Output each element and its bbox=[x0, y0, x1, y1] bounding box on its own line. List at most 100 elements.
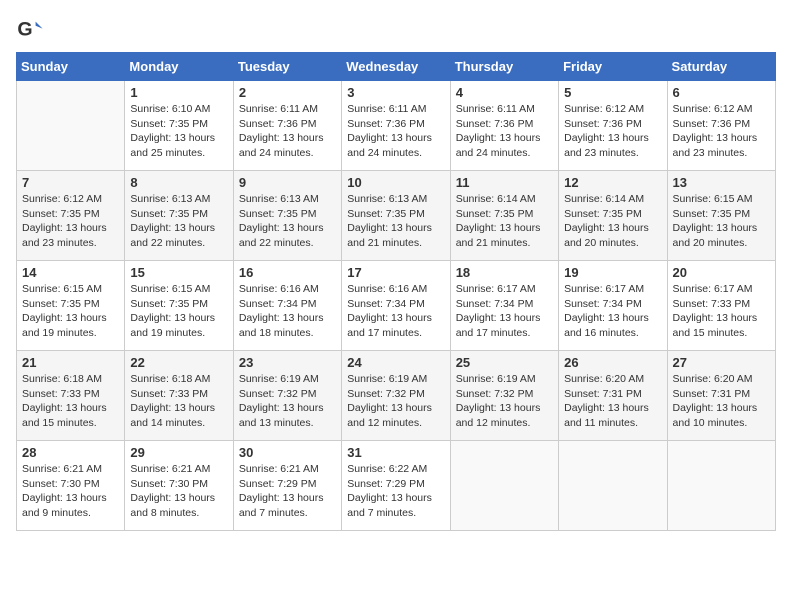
calendar-cell: 16 Sunrise: 6:16 AM Sunset: 7:34 PM Dayli… bbox=[233, 261, 341, 351]
calendar-week-row: 1Sunrise: 6:10 AM Sunset: 7:35 PM Daylig… bbox=[17, 81, 776, 171]
day-number: 24 bbox=[347, 355, 444, 370]
calendar-cell: 24 Sunrise: 6:19 AM Sunset: 7:32 PM Dayli… bbox=[342, 351, 450, 441]
day-number: 22 bbox=[130, 355, 227, 370]
day-info: Sunrise: 6:16 AM Sunset: 7:34 PM Dayligh… bbox=[347, 282, 444, 341]
day-number: 15 bbox=[130, 265, 227, 280]
day-number: 9 bbox=[239, 175, 336, 190]
day-number: 11 bbox=[456, 175, 553, 190]
calendar-cell: 31Sunrise: 6:22 AM Sunset: 7:29 PM Dayli… bbox=[342, 441, 450, 531]
calendar-cell: 17 Sunrise: 6:16 AM Sunset: 7:34 PM Dayli… bbox=[342, 261, 450, 351]
day-number: 21 bbox=[22, 355, 119, 370]
day-info: Sunrise: 6:17 AM Sunset: 7:33 PM Dayligh… bbox=[673, 282, 770, 341]
day-number: 26 bbox=[564, 355, 661, 370]
day-info: Sunrise: 6:14 AM Sunset: 7:35 PM Dayligh… bbox=[456, 192, 553, 251]
day-info: Sunrise: 6:17 AM Sunset: 7:34 PM Dayligh… bbox=[564, 282, 661, 341]
calendar-cell: 25 Sunrise: 6:19 AM Sunset: 7:32 PM Dayli… bbox=[450, 351, 558, 441]
day-number: 7 bbox=[22, 175, 119, 190]
day-info: Sunrise: 6:19 AM Sunset: 7:32 PM Dayligh… bbox=[456, 372, 553, 431]
calendar-cell: 3 Sunrise: 6:11 AM Sunset: 7:36 PM Daylig… bbox=[342, 81, 450, 171]
calendar-cell: 27Sunrise: 6:20 AM Sunset: 7:31 PM Dayli… bbox=[667, 351, 775, 441]
calendar-cell bbox=[450, 441, 558, 531]
day-info: Sunrise: 6:20 AM Sunset: 7:31 PM Dayligh… bbox=[564, 372, 661, 431]
day-number: 30 bbox=[239, 445, 336, 460]
calendar-cell: 23 Sunrise: 6:19 AM Sunset: 7:32 PM Dayli… bbox=[233, 351, 341, 441]
day-info: Sunrise: 6:16 AM Sunset: 7:34 PM Dayligh… bbox=[239, 282, 336, 341]
calendar-week-row: 14 Sunrise: 6:15 AM Sunset: 7:35 PM Dayli… bbox=[17, 261, 776, 351]
calendar-cell: 18 Sunrise: 6:17 AM Sunset: 7:34 PM Dayli… bbox=[450, 261, 558, 351]
day-number: 5 bbox=[564, 85, 661, 100]
day-info: Sunrise: 6:11 AM Sunset: 7:36 PM Dayligh… bbox=[456, 102, 553, 161]
day-info: Sunrise: 6:14 AM Sunset: 7:35 PM Dayligh… bbox=[564, 192, 661, 251]
day-info: Sunrise: 6:11 AM Sunset: 7:36 PM Dayligh… bbox=[347, 102, 444, 161]
day-info: Sunrise: 6:22 AM Sunset: 7:29 PM Dayligh… bbox=[347, 462, 444, 521]
day-number: 25 bbox=[456, 355, 553, 370]
day-number: 18 bbox=[456, 265, 553, 280]
day-number: 29 bbox=[130, 445, 227, 460]
logo-icon: G bbox=[16, 16, 44, 44]
calendar-week-row: 28 Sunrise: 6:21 AM Sunset: 7:30 PM Dayli… bbox=[17, 441, 776, 531]
day-number: 14 bbox=[22, 265, 119, 280]
day-info: Sunrise: 6:17 AM Sunset: 7:34 PM Dayligh… bbox=[456, 282, 553, 341]
calendar-table: SundayMondayTuesdayWednesdayThursdayFrid… bbox=[16, 52, 776, 531]
day-number: 3 bbox=[347, 85, 444, 100]
calendar-header-thursday: Thursday bbox=[450, 53, 558, 81]
day-number: 13 bbox=[673, 175, 770, 190]
calendar-cell bbox=[17, 81, 125, 171]
day-number: 12 bbox=[564, 175, 661, 190]
calendar-header-wednesday: Wednesday bbox=[342, 53, 450, 81]
day-info: Sunrise: 6:11 AM Sunset: 7:36 PM Dayligh… bbox=[239, 102, 336, 161]
day-number: 1 bbox=[130, 85, 227, 100]
day-number: 28 bbox=[22, 445, 119, 460]
calendar-cell: 8Sunrise: 6:13 AM Sunset: 7:35 PM Daylig… bbox=[125, 171, 233, 261]
day-info: Sunrise: 6:21 AM Sunset: 7:30 PM Dayligh… bbox=[130, 462, 227, 521]
day-number: 16 bbox=[239, 265, 336, 280]
day-number: 2 bbox=[239, 85, 336, 100]
calendar-cell bbox=[667, 441, 775, 531]
calendar-cell: 26 Sunrise: 6:20 AM Sunset: 7:31 PM Dayli… bbox=[559, 351, 667, 441]
day-number: 6 bbox=[673, 85, 770, 100]
calendar-cell: 13 Sunrise: 6:15 AM Sunset: 7:35 PM Dayli… bbox=[667, 171, 775, 261]
day-number: 17 bbox=[347, 265, 444, 280]
calendar-header-friday: Friday bbox=[559, 53, 667, 81]
day-info: Sunrise: 6:12 AM Sunset: 7:36 PM Dayligh… bbox=[564, 102, 661, 161]
day-number: 20 bbox=[673, 265, 770, 280]
calendar-cell: 12 Sunrise: 6:14 AM Sunset: 7:35 PM Dayli… bbox=[559, 171, 667, 261]
calendar-cell: 21 Sunrise: 6:18 AM Sunset: 7:33 PM Dayli… bbox=[17, 351, 125, 441]
day-number: 10 bbox=[347, 175, 444, 190]
calendar-week-row: 21 Sunrise: 6:18 AM Sunset: 7:33 PM Dayli… bbox=[17, 351, 776, 441]
calendar-cell: 30 Sunrise: 6:21 AM Sunset: 7:29 PM Dayli… bbox=[233, 441, 341, 531]
day-info: Sunrise: 6:19 AM Sunset: 7:32 PM Dayligh… bbox=[239, 372, 336, 431]
day-info: Sunrise: 6:12 AM Sunset: 7:35 PM Dayligh… bbox=[22, 192, 119, 251]
day-info: Sunrise: 6:20 AM Sunset: 7:31 PM Dayligh… bbox=[673, 372, 770, 431]
calendar-header-tuesday: Tuesday bbox=[233, 53, 341, 81]
logo: G bbox=[16, 16, 48, 44]
calendar-cell: 22 Sunrise: 6:18 AM Sunset: 7:33 PM Dayli… bbox=[125, 351, 233, 441]
calendar-cell: 9 Sunrise: 6:13 AM Sunset: 7:35 PM Daylig… bbox=[233, 171, 341, 261]
day-number: 19 bbox=[564, 265, 661, 280]
calendar-week-row: 7 Sunrise: 6:12 AM Sunset: 7:35 PM Daylig… bbox=[17, 171, 776, 261]
day-info: Sunrise: 6:13 AM Sunset: 7:35 PM Dayligh… bbox=[347, 192, 444, 251]
calendar-header-saturday: Saturday bbox=[667, 53, 775, 81]
day-info: Sunrise: 6:13 AM Sunset: 7:35 PM Dayligh… bbox=[239, 192, 336, 251]
page-header: G bbox=[16, 16, 776, 44]
day-info: Sunrise: 6:12 AM Sunset: 7:36 PM Dayligh… bbox=[673, 102, 770, 161]
day-number: 4 bbox=[456, 85, 553, 100]
svg-text:G: G bbox=[17, 19, 32, 41]
day-info: Sunrise: 6:15 AM Sunset: 7:35 PM Dayligh… bbox=[22, 282, 119, 341]
calendar-cell: 7 Sunrise: 6:12 AM Sunset: 7:35 PM Daylig… bbox=[17, 171, 125, 261]
calendar-cell bbox=[559, 441, 667, 531]
calendar-header-row: SundayMondayTuesdayWednesdayThursdayFrid… bbox=[17, 53, 776, 81]
day-info: Sunrise: 6:19 AM Sunset: 7:32 PM Dayligh… bbox=[347, 372, 444, 431]
day-info: Sunrise: 6:15 AM Sunset: 7:35 PM Dayligh… bbox=[130, 282, 227, 341]
calendar-cell: 29 Sunrise: 6:21 AM Sunset: 7:30 PM Dayli… bbox=[125, 441, 233, 531]
day-info: Sunrise: 6:21 AM Sunset: 7:30 PM Dayligh… bbox=[22, 462, 119, 521]
calendar-cell: 10 Sunrise: 6:13 AM Sunset: 7:35 PM Dayli… bbox=[342, 171, 450, 261]
calendar-cell: 19 Sunrise: 6:17 AM Sunset: 7:34 PM Dayli… bbox=[559, 261, 667, 351]
day-info: Sunrise: 6:18 AM Sunset: 7:33 PM Dayligh… bbox=[130, 372, 227, 431]
day-info: Sunrise: 6:13 AM Sunset: 7:35 PM Dayligh… bbox=[130, 192, 227, 251]
day-info: Sunrise: 6:21 AM Sunset: 7:29 PM Dayligh… bbox=[239, 462, 336, 521]
day-number: 23 bbox=[239, 355, 336, 370]
day-info: Sunrise: 6:18 AM Sunset: 7:33 PM Dayligh… bbox=[22, 372, 119, 431]
day-info: Sunrise: 6:15 AM Sunset: 7:35 PM Dayligh… bbox=[673, 192, 770, 251]
calendar-cell: 4 Sunrise: 6:11 AM Sunset: 7:36 PM Daylig… bbox=[450, 81, 558, 171]
